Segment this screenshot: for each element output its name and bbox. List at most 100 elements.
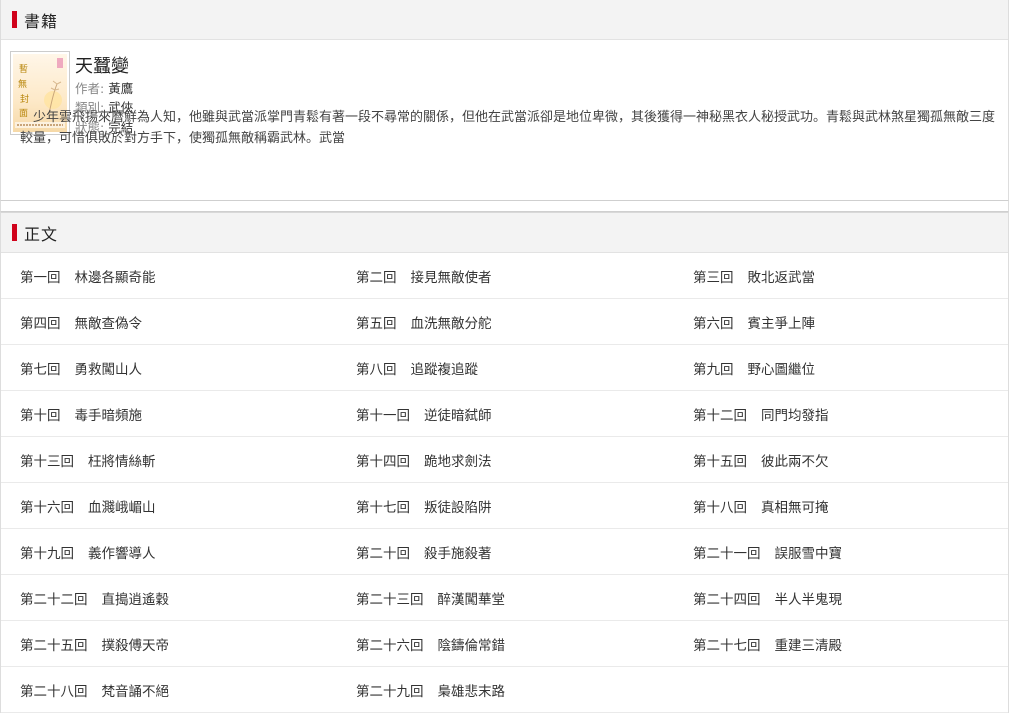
chapter-link[interactable]: 第十二回 同門均發指 bbox=[674, 391, 1008, 437]
chapter-link[interactable]: 第八回 追蹤複追蹤 bbox=[337, 345, 674, 391]
chapter-link[interactable]: 第九回 野心圖繼位 bbox=[674, 345, 1008, 391]
chapter-link[interactable]: 第一回 林邊各顯奇能 bbox=[1, 253, 337, 299]
svg-text:暫: 暫 bbox=[19, 63, 28, 75]
chapter-number: 第十七回 bbox=[356, 499, 410, 516]
chapter-name: 同門均發指 bbox=[761, 407, 829, 424]
chapter-link[interactable]: 第十四回 跪地求劍法 bbox=[337, 437, 674, 483]
chapter-link[interactable]: 第二十五回 撲殺傅天帝 bbox=[1, 621, 337, 667]
chapter-name: 敗北返武當 bbox=[747, 269, 816, 286]
chapter-link[interactable]: 第五回 血洗無敵分舵 bbox=[337, 299, 674, 345]
section-divider bbox=[0, 201, 1009, 212]
chapter-name: 枉將情絲斬 bbox=[88, 453, 156, 470]
chapter-link[interactable]: 第三回 敗北返武當 bbox=[674, 253, 1008, 299]
chapter-name: 逆徒暗弑師 bbox=[424, 407, 492, 424]
empty-cell bbox=[674, 667, 1008, 713]
chapter-link[interactable]: 第二十八回 梵音誦不絕 bbox=[1, 667, 337, 713]
chapter-name: 追蹤複追蹤 bbox=[410, 361, 479, 378]
chapter-number: 第二十回 bbox=[356, 545, 410, 562]
book-author: 作者: 黃鷹 bbox=[75, 80, 133, 98]
book-section: 書籍 暫 無 封 面 天蠶變 作者: 黃鷹 類別: 武俠 狀態: 完結 少年雲飛… bbox=[0, 0, 1009, 201]
chapter-number: 第十六回 bbox=[20, 499, 74, 516]
chapter-name: 殺手施殺著 bbox=[424, 545, 492, 562]
chapter-name: 義作響導人 bbox=[88, 545, 156, 562]
chapter-link[interactable]: 第十一回 逆徒暗弑師 bbox=[337, 391, 674, 437]
chapter-link[interactable]: 第二十九回 梟雄悲末路 bbox=[337, 667, 674, 713]
chapter-number: 第十五回 bbox=[693, 453, 747, 470]
chapter-link[interactable]: 第二十三回 醉漢闖華堂 bbox=[337, 575, 674, 621]
author-label: 作者: bbox=[75, 81, 105, 96]
chapter-number: 第二十七回 bbox=[693, 637, 761, 654]
chapter-name: 勇救闖山人 bbox=[74, 361, 143, 378]
chapter-number: 第七回 bbox=[20, 361, 61, 378]
chapter-number: 第十回 bbox=[20, 407, 61, 424]
chapter-name: 梟雄悲末路 bbox=[437, 683, 506, 700]
chapter-name: 真相無可掩 bbox=[761, 499, 829, 516]
chapter-name: 半人半鬼現 bbox=[774, 591, 843, 608]
chapter-number: 第十九回 bbox=[20, 545, 74, 562]
book-section-title: 書籍 bbox=[24, 11, 59, 31]
chapter-link[interactable]: 第十六回 血濺峨嵋山 bbox=[1, 483, 337, 529]
svg-text:封: 封 bbox=[20, 93, 29, 105]
chapter-name: 梵音誦不絕 bbox=[101, 683, 170, 700]
chapter-number: 第二十八回 bbox=[20, 683, 88, 700]
chapter-number: 第二十六回 bbox=[356, 637, 424, 654]
author-value: 黃鷹 bbox=[108, 81, 134, 96]
chapter-number: 第二十二回 bbox=[20, 591, 88, 608]
chapter-link[interactable]: 第十七回 叛徒設陷阱 bbox=[337, 483, 674, 529]
chapter-link[interactable]: 第二十四回 半人半鬼現 bbox=[674, 575, 1008, 621]
chapter-link[interactable]: 第二十一回 誤服雪中寶 bbox=[674, 529, 1008, 575]
chapter-link[interactable]: 第十八回 真相無可掩 bbox=[674, 483, 1008, 529]
chapter-number: 第五回 bbox=[356, 315, 397, 332]
chapters-section-title: 正文 bbox=[24, 224, 59, 244]
chapter-link[interactable]: 第六回 賓主爭上陣 bbox=[674, 299, 1008, 345]
chapter-link[interactable]: 第二十七回 重建三清殿 bbox=[674, 621, 1008, 667]
chapter-link[interactable]: 第十三回 枉將情絲斬 bbox=[1, 437, 337, 483]
chapter-name: 賓主爭上陣 bbox=[747, 315, 816, 332]
svg-text:無: 無 bbox=[18, 78, 27, 90]
chapter-name: 毒手暗頻施 bbox=[74, 407, 143, 424]
chapter-name: 直搗逍遙穀 bbox=[101, 591, 170, 608]
chapter-link[interactable]: 第二十回 殺手施殺著 bbox=[337, 529, 674, 575]
chapter-name: 撲殺傅天帝 bbox=[101, 637, 170, 654]
chapter-link[interactable]: 第十九回 義作響導人 bbox=[1, 529, 337, 575]
chapter-number: 第二十四回 bbox=[693, 591, 761, 608]
chapter-name: 野心圖繼位 bbox=[747, 361, 816, 378]
chapter-number: 第十一回 bbox=[356, 407, 410, 424]
chapters-section: 正文 第一回 林邊各顯奇能 第二回 接見無敵使者 第三回 敗北返武當 第四回 無敵查偽令 第五回… bbox=[0, 212, 1009, 713]
chapter-link[interactable]: 第十五回 彼此兩不欠 bbox=[674, 437, 1008, 483]
chapter-number: 第二回 bbox=[356, 269, 397, 286]
chapter-name: 醉漢闖華堂 bbox=[437, 591, 506, 608]
chapter-number: 第一回 bbox=[20, 269, 61, 286]
book-title[interactable]: 天蠶變 bbox=[75, 52, 129, 78]
chapters-section-header: 正文 bbox=[1, 213, 1008, 253]
chapter-link[interactable]: 第二回 接見無敵使者 bbox=[337, 253, 674, 299]
chapter-name: 跪地求劍法 bbox=[424, 453, 492, 470]
chapter-link[interactable]: 第十回 毒手暗頻施 bbox=[1, 391, 337, 437]
chapter-name: 無敵查偽令 bbox=[74, 315, 143, 332]
chapter-list: 第一回 林邊各顯奇能 第二回 接見無敵使者 第三回 敗北返武當 第四回 無敵查偽令 第五回 血洗無… bbox=[1, 253, 1008, 713]
book-section-header: 書籍 bbox=[1, 0, 1008, 40]
chapter-number: 第十二回 bbox=[693, 407, 747, 424]
chapter-name: 林邊各顯奇能 bbox=[74, 269, 156, 286]
chapter-name: 誤服雪中寶 bbox=[774, 545, 843, 562]
chapter-link[interactable]: 第七回 勇救闖山人 bbox=[1, 345, 337, 391]
chapter-number: 第十四回 bbox=[356, 453, 410, 470]
chapter-number: 第三回 bbox=[693, 269, 734, 286]
chapter-number: 第六回 bbox=[693, 315, 734, 332]
red-bar-icon bbox=[12, 224, 17, 241]
chapter-name: 重建三清殿 bbox=[774, 637, 843, 654]
chapter-name: 叛徒設陷阱 bbox=[424, 499, 492, 516]
book-summary: 少年雲飛揚來曆鮮為人知，他雖與武當派掌門青鬆有著一段不尋常的關係，但他在武當派卻… bbox=[20, 110, 996, 146]
chapter-name: 血濺峨嵋山 bbox=[88, 499, 156, 516]
chapter-number: 第二十三回 bbox=[356, 591, 424, 608]
chapter-link[interactable]: 第四回 無敵查偽令 bbox=[1, 299, 337, 345]
chapter-name: 接見無敵使者 bbox=[410, 269, 492, 286]
chapter-name: 血洗無敵分舵 bbox=[410, 315, 492, 332]
chapter-number: 第二十五回 bbox=[20, 637, 88, 654]
chapter-link[interactable]: 第二十六回 陰鑄倫常錯 bbox=[337, 621, 674, 667]
chapter-link[interactable]: 第二十二回 直搗逍遙穀 bbox=[1, 575, 337, 621]
chapter-number: 第二十九回 bbox=[356, 683, 424, 700]
chapter-number: 第八回 bbox=[356, 361, 397, 378]
chapter-number: 第九回 bbox=[693, 361, 734, 378]
chapter-number: 第十八回 bbox=[693, 499, 747, 516]
